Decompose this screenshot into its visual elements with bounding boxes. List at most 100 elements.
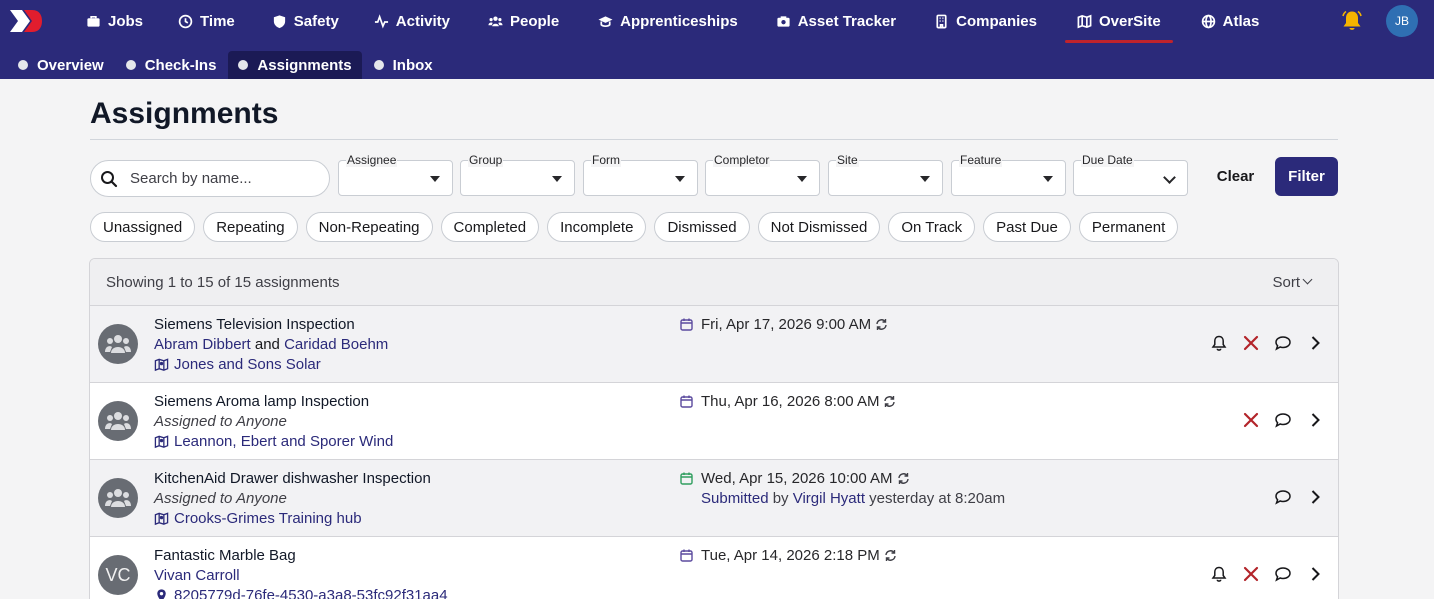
assignment-row[interactable]: VC Fantastic Marble Bag Vivan Carroll 82… (90, 537, 1338, 599)
app-logo[interactable] (8, 8, 44, 34)
location[interactable]: Crooks-Grimes Training hub (154, 510, 362, 527)
search-box (90, 160, 330, 197)
chip-non-repeating[interactable]: Non-Repeating (305, 212, 433, 242)
list-header: Showing 1 to 15 of 15 assignments Sort (90, 259, 1338, 306)
repeat-icon (876, 319, 887, 330)
map-icon (1077, 14, 1092, 29)
group-avatar (98, 401, 138, 441)
people-icon (105, 489, 131, 507)
chip-unassigned[interactable]: Unassigned (90, 212, 196, 242)
assignment-title[interactable]: Fantastic Marble Bag (154, 547, 296, 564)
nav-jobs[interactable]: Jobs (86, 0, 143, 43)
nav-oversite[interactable]: OverSite (1065, 0, 1173, 43)
site-select[interactable]: Site (828, 153, 943, 196)
title-divider (90, 139, 1338, 140)
nav-asset-tracker[interactable]: Asset Tracker (776, 0, 896, 43)
caret-down-icon (920, 176, 930, 182)
assignee-link[interactable]: Abram Dibbert (154, 336, 251, 353)
user-avatar[interactable]: JB (1386, 5, 1418, 37)
assignee-select[interactable]: Assignee (338, 153, 453, 196)
chevron-right-icon[interactable] (1306, 411, 1324, 429)
assignment-row[interactable]: Siemens Aroma lamp Inspection Assigned t… (90, 383, 1338, 460)
dot-icon (18, 60, 28, 70)
chip-not-dismissed[interactable]: Not Dismissed (757, 212, 881, 242)
assignment-title[interactable]: Siemens Aroma lamp Inspection (154, 393, 369, 410)
nav-people[interactable]: People (488, 0, 559, 43)
search-input[interactable] (130, 170, 310, 187)
subtab-overview[interactable]: Overview (8, 51, 114, 79)
chip-permanent[interactable]: Permanent (1078, 212, 1179, 242)
chevron-right-icon[interactable] (1306, 488, 1324, 506)
assignee-link[interactable]: Vivan Carroll (154, 567, 240, 584)
results-summary: Showing 1 to 15 of 15 assignments (106, 274, 340, 291)
completor-select[interactable]: Completor (705, 153, 820, 196)
nav-safety[interactable]: Safety (272, 0, 339, 43)
shield-icon (273, 15, 285, 29)
submitted-link[interactable]: Submitted (701, 490, 769, 507)
subtab-assignments[interactable]: Assignments (228, 51, 362, 79)
comment-icon[interactable] (1274, 411, 1292, 429)
dismiss-x-icon[interactable] (1242, 411, 1260, 429)
chevron-right-icon[interactable] (1306, 334, 1324, 352)
location[interactable]: Jones and Sons Solar (154, 356, 321, 373)
bell-icon[interactable] (1210, 565, 1228, 583)
chip-past-due[interactable]: Past Due (983, 212, 1071, 242)
filter-button[interactable]: Filter (1275, 157, 1338, 196)
chip-dismissed[interactable]: Dismissed (654, 212, 750, 242)
dot-icon (373, 60, 384, 70)
globe-icon (1201, 14, 1215, 29)
sort-button[interactable]: Sort (1272, 274, 1300, 291)
location[interactable]: 8205779d-76fe-4530-a3a8-53fc92f31aa4 (154, 587, 448, 599)
due-date: Tue, Apr 14, 2026 2:18 PM (680, 547, 897, 564)
assignment-row[interactable]: KitchenAid Drawer dishwasher Inspection … (90, 460, 1338, 537)
comment-icon[interactable] (1274, 334, 1292, 352)
comment-icon[interactable] (1274, 565, 1292, 583)
location[interactable]: Leannon, Ebert and Sporer Wind (154, 433, 393, 450)
chevron-down-icon[interactable] (1302, 274, 1313, 285)
form-select[interactable]: Form (583, 153, 698, 196)
chevron-right-icon[interactable] (1306, 565, 1324, 583)
nav-time[interactable]: Time (178, 0, 235, 43)
chip-repeating[interactable]: Repeating (203, 212, 298, 242)
assignees: Assigned to Anyone (154, 413, 287, 430)
row-actions (1260, 488, 1324, 506)
nav-apprenticeships[interactable]: Apprenticeships (598, 0, 738, 43)
assignment-title[interactable]: KitchenAid Drawer dishwasher Inspection (154, 470, 431, 487)
chevron-down-icon (1163, 171, 1176, 184)
nav-atlas[interactable]: Atlas (1201, 0, 1259, 43)
map-icon (154, 512, 169, 526)
caret-down-icon (675, 176, 685, 182)
chip-on-track[interactable]: On Track (888, 212, 976, 242)
subtab-check-ins[interactable]: Check-Ins (116, 51, 227, 79)
dismiss-x-icon[interactable] (1242, 565, 1260, 583)
clear-button[interactable]: Clear (1208, 157, 1263, 195)
bell-icon[interactable] (1210, 334, 1228, 352)
clock-icon (178, 14, 193, 29)
row-actions (1196, 334, 1324, 352)
assignees: Assigned to Anyone (154, 490, 287, 507)
chip-incomplete[interactable]: Incomplete (547, 212, 647, 242)
nav-companies[interactable]: Companies (934, 0, 1037, 43)
assignment-row[interactable]: Siemens Television Inspection Abram Dibb… (90, 306, 1338, 383)
chip-completed[interactable]: Completed (440, 212, 540, 242)
submitter-link[interactable]: Virgil Hyatt (793, 490, 865, 507)
graduation-cap-icon (598, 16, 613, 28)
repeat-icon (885, 550, 896, 561)
subtab-inbox[interactable]: Inbox (364, 51, 443, 79)
submission-info: Submitted by Virgil Hyatt yesterday at 8… (701, 490, 1006, 507)
dismiss-x-icon[interactable] (1242, 334, 1260, 352)
due-date: Fri, Apr 17, 2026 9:00 AM (680, 316, 888, 333)
assignment-title[interactable]: Siemens Television Inspection (154, 316, 355, 333)
group-select[interactable]: Group (460, 153, 575, 196)
assignees: Vivan Carroll (154, 567, 240, 584)
feature-select[interactable]: Feature (951, 153, 1066, 196)
sub-nav: Overview Check-Ins Assignments Inbox (8, 51, 445, 79)
nav-activity[interactable]: Activity (374, 0, 450, 43)
due-date-select[interactable]: Due Date (1073, 153, 1188, 196)
pin-icon (157, 589, 166, 599)
calendar-icon (680, 318, 693, 331)
notifications-bell-icon[interactable] (1340, 9, 1364, 33)
assignee-link[interactable]: Caridad Boehm (284, 336, 388, 353)
comment-icon[interactable] (1274, 488, 1292, 506)
row-actions (1196, 565, 1324, 583)
